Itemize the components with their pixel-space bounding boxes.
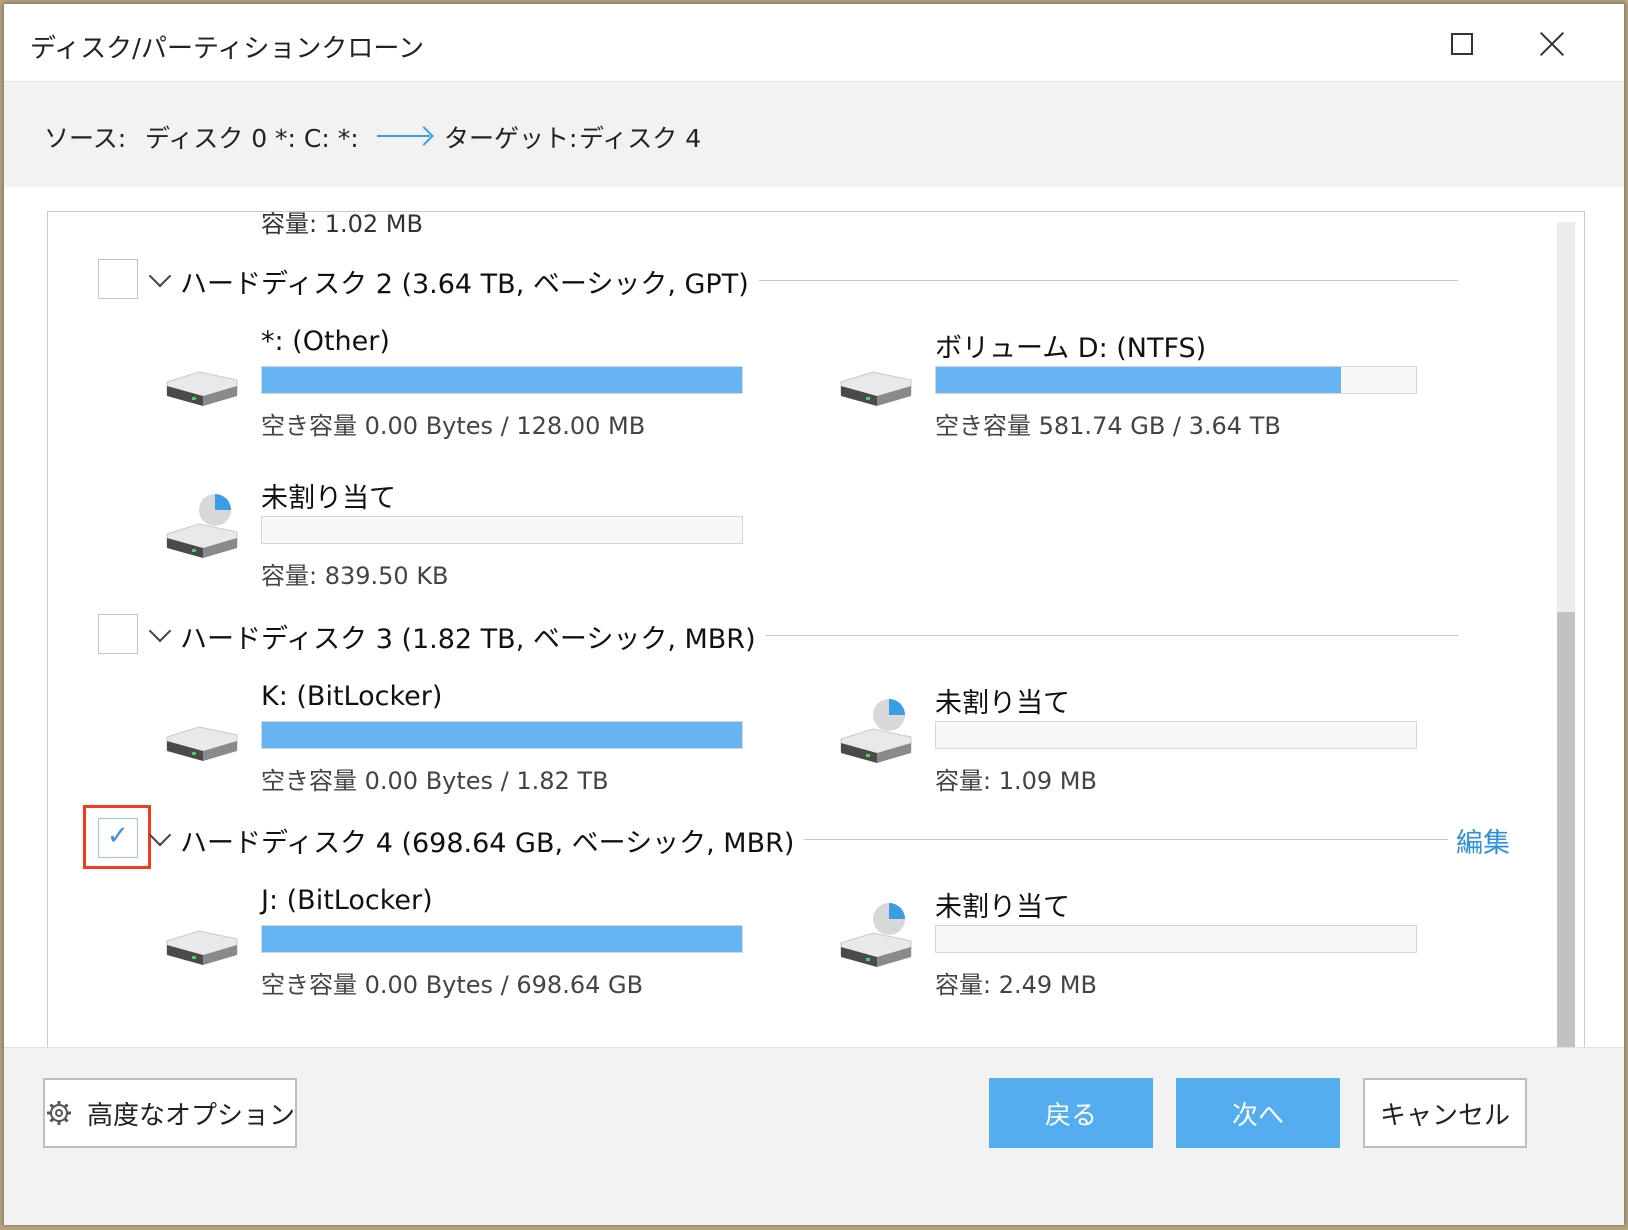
usage-bar (261, 366, 743, 394)
usage-bar (935, 366, 1417, 394)
scrollbar[interactable] (1557, 222, 1575, 1054)
hard-drive-icon (166, 726, 238, 761)
disk-header-4: ✓ ハードディスク 4 (698.64 GB, ベーシック, MBR) 編集 (48, 805, 1548, 869)
clone-dialog: ディスク/パーティションクローン ソース: ディスク 0 *: C: *: ター… (3, 3, 1625, 1225)
disk-title: ハードディスク 3 (1.82 TB, ベーシック, MBR) (180, 617, 766, 656)
unallocated-drive-icon (840, 699, 912, 763)
disk-header-3: ハードディスク 3 (1.82 TB, ベーシック, MBR) (48, 611, 1548, 661)
advanced-options-label: 高度なオプション (87, 1100, 296, 1131)
footer: 高度なオプション 戻る 次へ キャンセル (4, 1047, 1624, 1225)
partial-capacity-text: 容量: 1.02 MB (261, 211, 423, 238)
hard-drive-icon (166, 930, 238, 965)
chevron-down-icon[interactable] (148, 264, 172, 288)
usage-bar (261, 516, 743, 544)
partition-name: 未割り当て (935, 892, 1070, 923)
next-button[interactable]: 次へ (1176, 1078, 1340, 1148)
partition-name: *: (Other) (261, 326, 390, 357)
disk-header-2: ハードディスク 2 (3.64 TB, ベーシック, GPT) (48, 256, 1548, 306)
edit-link[interactable]: 編集 (1448, 821, 1510, 860)
partition-item[interactable]: 未割り当て 容量: 839.50 KB (163, 476, 763, 596)
partition-info: 容量: 1.09 MB (935, 767, 1097, 795)
chevron-down-icon[interactable] (148, 619, 172, 643)
usage-bar (261, 721, 743, 749)
content-area: 容量: 1.02 MB ハードディスク 2 (3.64 TB, ベーシック, G… (4, 187, 1624, 1087)
back-button[interactable]: 戻る (989, 1078, 1153, 1148)
scrollbar-thumb[interactable] (1557, 612, 1575, 1054)
divider (708, 839, 1458, 840)
cancel-button[interactable]: キャンセル (1363, 1078, 1527, 1148)
disk-checkbox-2[interactable] (98, 259, 138, 299)
hard-drive-icon (840, 371, 912, 406)
window-title: ディスク/パーティションクローン (30, 34, 425, 64)
disk-list: 容量: 1.02 MB ハードディスク 2 (3.64 TB, ベーシック, G… (47, 211, 1585, 1059)
close-icon (1538, 30, 1566, 58)
close-button[interactable] (1522, 22, 1582, 66)
checkmark-icon: ✓ (107, 821, 129, 851)
source-value: ディスク 0 *: C: *: (145, 124, 359, 153)
partition-name: K: (BitLocker) (261, 681, 443, 712)
unallocated-drive-icon (840, 903, 912, 967)
partition-name: 未割り当て (935, 688, 1070, 719)
divider (678, 635, 1458, 636)
partition-info: 容量: 839.50 KB (261, 562, 449, 590)
partition-item[interactable]: *: (Other) 空き容量 0.00 Bytes / 128.00 MB (163, 326, 763, 446)
gear-icon (47, 1101, 71, 1125)
partition-item[interactable]: J: (BitLocker) 空き容量 0.00 Bytes / 698.64 … (163, 885, 763, 1005)
chevron-down-icon[interactable] (148, 823, 172, 847)
usage-bar (935, 721, 1417, 749)
usage-bar (261, 925, 743, 953)
partition-name: 未割り当て (261, 483, 396, 514)
target-label: ターゲット: (444, 124, 578, 153)
partition-info: 空き容量 0.00 Bytes / 1.82 TB (261, 767, 609, 795)
disk-title: ハードディスク 4 (698.64 GB, ベーシック, MBR) (180, 821, 805, 860)
partition-item[interactable]: ボリューム D: (NTFS) 空き容量 581.74 GB / 3.64 TB (837, 326, 1437, 446)
usage-bar (935, 925, 1417, 953)
partition-name: ボリューム D: (NTFS) (935, 333, 1207, 364)
target-value: ディスク 4 (579, 124, 702, 153)
partition-info: 空き容量 0.00 Bytes / 128.00 MB (261, 412, 646, 440)
disk-checkbox-3[interactable] (98, 614, 138, 654)
partition-item[interactable]: 未割り当て 容量: 2.49 MB (837, 885, 1437, 1005)
maximize-button[interactable] (1432, 22, 1492, 66)
partition-name: J: (BitLocker) (261, 885, 433, 916)
title-bar: ディスク/パーティションクローン (4, 4, 1624, 82)
partition-info: 容量: 2.49 MB (935, 971, 1097, 999)
maximize-icon (1451, 33, 1473, 55)
advanced-options-button[interactable]: 高度なオプション (43, 1078, 297, 1148)
source-target-header: ソース: ディスク 0 *: C: *: ターゲット: ディスク 4 (4, 83, 1624, 187)
disk-checkbox-4[interactable]: ✓ (98, 818, 138, 858)
unallocated-drive-icon (166, 494, 238, 558)
disk-title: ハードディスク 2 (3.64 TB, ベーシック, GPT) (180, 262, 759, 301)
hard-drive-icon (166, 371, 238, 406)
arrow-right-icon (377, 135, 430, 137)
partition-item[interactable]: K: (BitLocker) 空き容量 0.00 Bytes / 1.82 TB (163, 681, 763, 801)
source-label: ソース: (44, 124, 127, 153)
divider (668, 280, 1458, 281)
partition-item[interactable]: 未割り当て 容量: 1.09 MB (837, 681, 1437, 801)
partition-info: 空き容量 0.00 Bytes / 698.64 GB (261, 971, 644, 999)
partition-info: 空き容量 581.74 GB / 3.64 TB (935, 412, 1281, 440)
